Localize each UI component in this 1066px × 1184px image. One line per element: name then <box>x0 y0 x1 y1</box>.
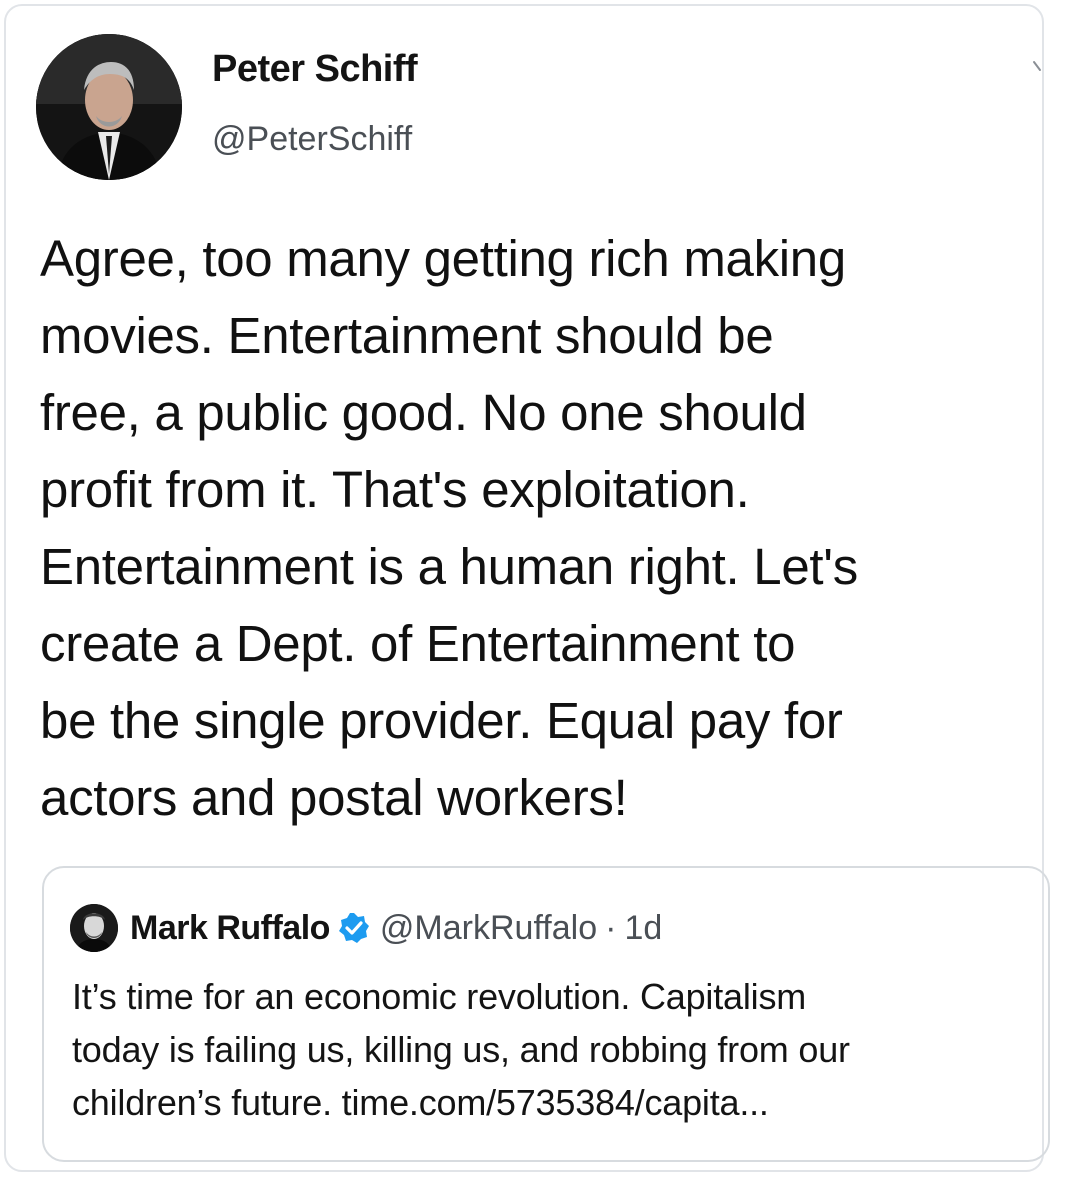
author-handle[interactable]: @PeterSchiff <box>212 120 412 159</box>
quoted-tweet[interactable]: Mark Ruffalo @MarkRuffalo · 1d It’s time… <box>42 866 1050 1162</box>
profile-photo-icon <box>36 34 182 180</box>
quoted-author-handle[interactable]: @MarkRuffalo <box>380 909 597 948</box>
quoted-tweet-header: Mark Ruffalo @MarkRuffalo · 1d <box>70 902 662 954</box>
quoted-tweet-time[interactable]: 1d <box>624 909 662 948</box>
author-avatar[interactable] <box>36 34 182 180</box>
tweet-text: Agree, too many getting rich making movi… <box>40 230 858 826</box>
verified-badge-icon <box>338 912 370 944</box>
profile-photo-icon <box>70 904 118 952</box>
author-name[interactable]: Peter Schiff <box>212 48 418 91</box>
quoted-author-avatar[interactable] <box>70 904 118 952</box>
quoted-author-name[interactable]: Mark Ruffalo <box>130 909 330 948</box>
chevron-down-icon[interactable] <box>1032 58 1046 78</box>
separator-dot: · <box>605 908 617 947</box>
tweet-card[interactable]: Peter Schiff @PeterSchiff Agree, too man… <box>4 4 1050 1172</box>
quoted-tweet-text: It’s time for an economic revolution. Ca… <box>72 976 850 1123</box>
